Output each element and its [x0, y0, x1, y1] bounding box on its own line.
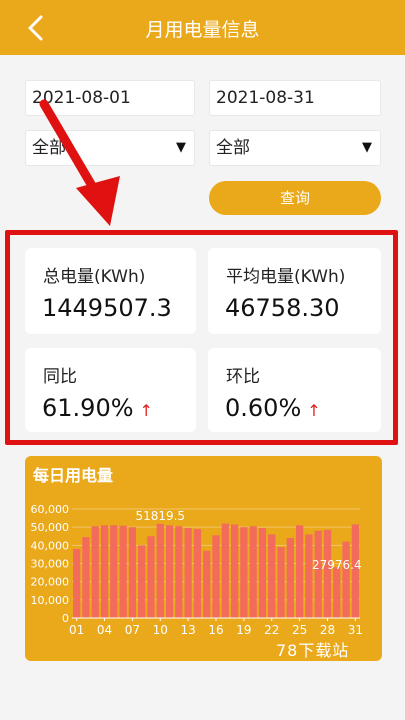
average-energy-label: 平均电量(KWh)	[226, 267, 346, 287]
bar	[193, 528, 202, 618]
right-category-select[interactable]: 全部 ▼	[209, 130, 381, 166]
average-energy-card: 平均电量(KWh) 46758.30	[208, 248, 381, 334]
bar	[286, 538, 294, 618]
bar	[82, 537, 90, 618]
dropdown-caret-icon: ▼	[362, 140, 372, 155]
bar	[147, 536, 155, 618]
x-tick-label: 19	[236, 623, 251, 637]
bar	[314, 530, 322, 618]
bar	[277, 547, 285, 618]
bar	[100, 525, 109, 618]
bar	[73, 548, 81, 618]
bar	[240, 527, 248, 618]
bar	[258, 528, 267, 618]
x-tick-label: 22	[264, 623, 279, 637]
average-energy-value: 46758.30	[225, 294, 340, 322]
arrow-up-icon: ↑	[307, 401, 321, 420]
query-button[interactable]: 查询	[209, 181, 381, 215]
bar	[203, 550, 211, 618]
x-tick-label: 31	[348, 623, 363, 637]
right-select-value: 全部	[216, 138, 250, 158]
bar	[110, 525, 118, 618]
dropdown-caret-icon: ▼	[176, 140, 186, 155]
bar	[221, 523, 229, 618]
bar	[165, 525, 174, 618]
bar	[268, 534, 276, 618]
mom-label: 环比	[226, 367, 260, 387]
bar	[156, 523, 164, 618]
bar	[230, 524, 239, 618]
x-tick-label: 10	[153, 623, 168, 637]
bar	[305, 534, 313, 618]
total-energy-value: 1449507.3	[42, 294, 172, 322]
x-tick-label: 07	[125, 623, 140, 637]
end-date-field[interactable]	[209, 80, 381, 116]
x-tick-label: 16	[208, 623, 223, 637]
y-tick-label: 0	[62, 612, 69, 625]
app-header: 月用电量信息	[0, 0, 405, 55]
x-tick-label: 13	[180, 623, 195, 637]
data-label: 51819.5	[135, 509, 185, 523]
daily-usage-chart: 0 10,000 20,000 30,000 40,000 50,000 60,000 01 0…	[31, 503, 363, 637]
bar	[249, 526, 257, 618]
bar	[342, 541, 350, 618]
yoy-value: 61.90%	[42, 394, 134, 422]
y-tick-label: 50,000	[31, 521, 70, 534]
mom-value: 0.60%	[225, 394, 302, 422]
bar	[119, 525, 127, 618]
annotation-arrow-icon	[39, 99, 120, 226]
yoy-label: 同比	[43, 367, 77, 387]
watermark: 78下载站	[276, 641, 350, 660]
y-tick-label: 40,000	[31, 539, 70, 552]
arrow-up-icon: ↑	[139, 401, 153, 420]
bar	[323, 529, 332, 618]
bar	[175, 526, 183, 618]
bar	[295, 525, 304, 618]
end-date-input[interactable]	[216, 81, 380, 115]
bar	[333, 567, 341, 618]
y-tick-label: 20,000	[31, 576, 70, 589]
x-tick-label: 04	[97, 623, 112, 637]
data-label: 27976.4	[312, 558, 362, 572]
bar	[212, 535, 220, 618]
yoy-value-row: 61.90% ↑	[42, 394, 153, 422]
bar	[184, 528, 192, 618]
bar	[138, 545, 146, 618]
y-tick-label: 10,000	[31, 594, 70, 607]
bar	[91, 526, 99, 618]
total-energy-label: 总电量(KWh)	[43, 267, 146, 287]
x-tick-label: 01	[69, 623, 84, 637]
y-tick-label: 60,000	[31, 503, 70, 516]
mom-card: 环比 0.60% ↑	[208, 348, 381, 432]
total-energy-card: 总电量(KWh) 1449507.3	[25, 248, 196, 334]
page-title: 月用电量信息	[145, 19, 260, 41]
bar	[128, 527, 137, 618]
yoy-card: 同比 61.90% ↑	[25, 348, 196, 432]
daily-usage-chart-panel: 每日用电量 0 10,000 20,000 30,000 40,000 50,000 60,…	[25, 456, 382, 661]
x-tick-label: 28	[320, 623, 335, 637]
mom-value-row: 0.60% ↑	[225, 394, 321, 422]
x-tick-label: 25	[292, 623, 307, 637]
y-tick-label: 30,000	[31, 558, 70, 571]
